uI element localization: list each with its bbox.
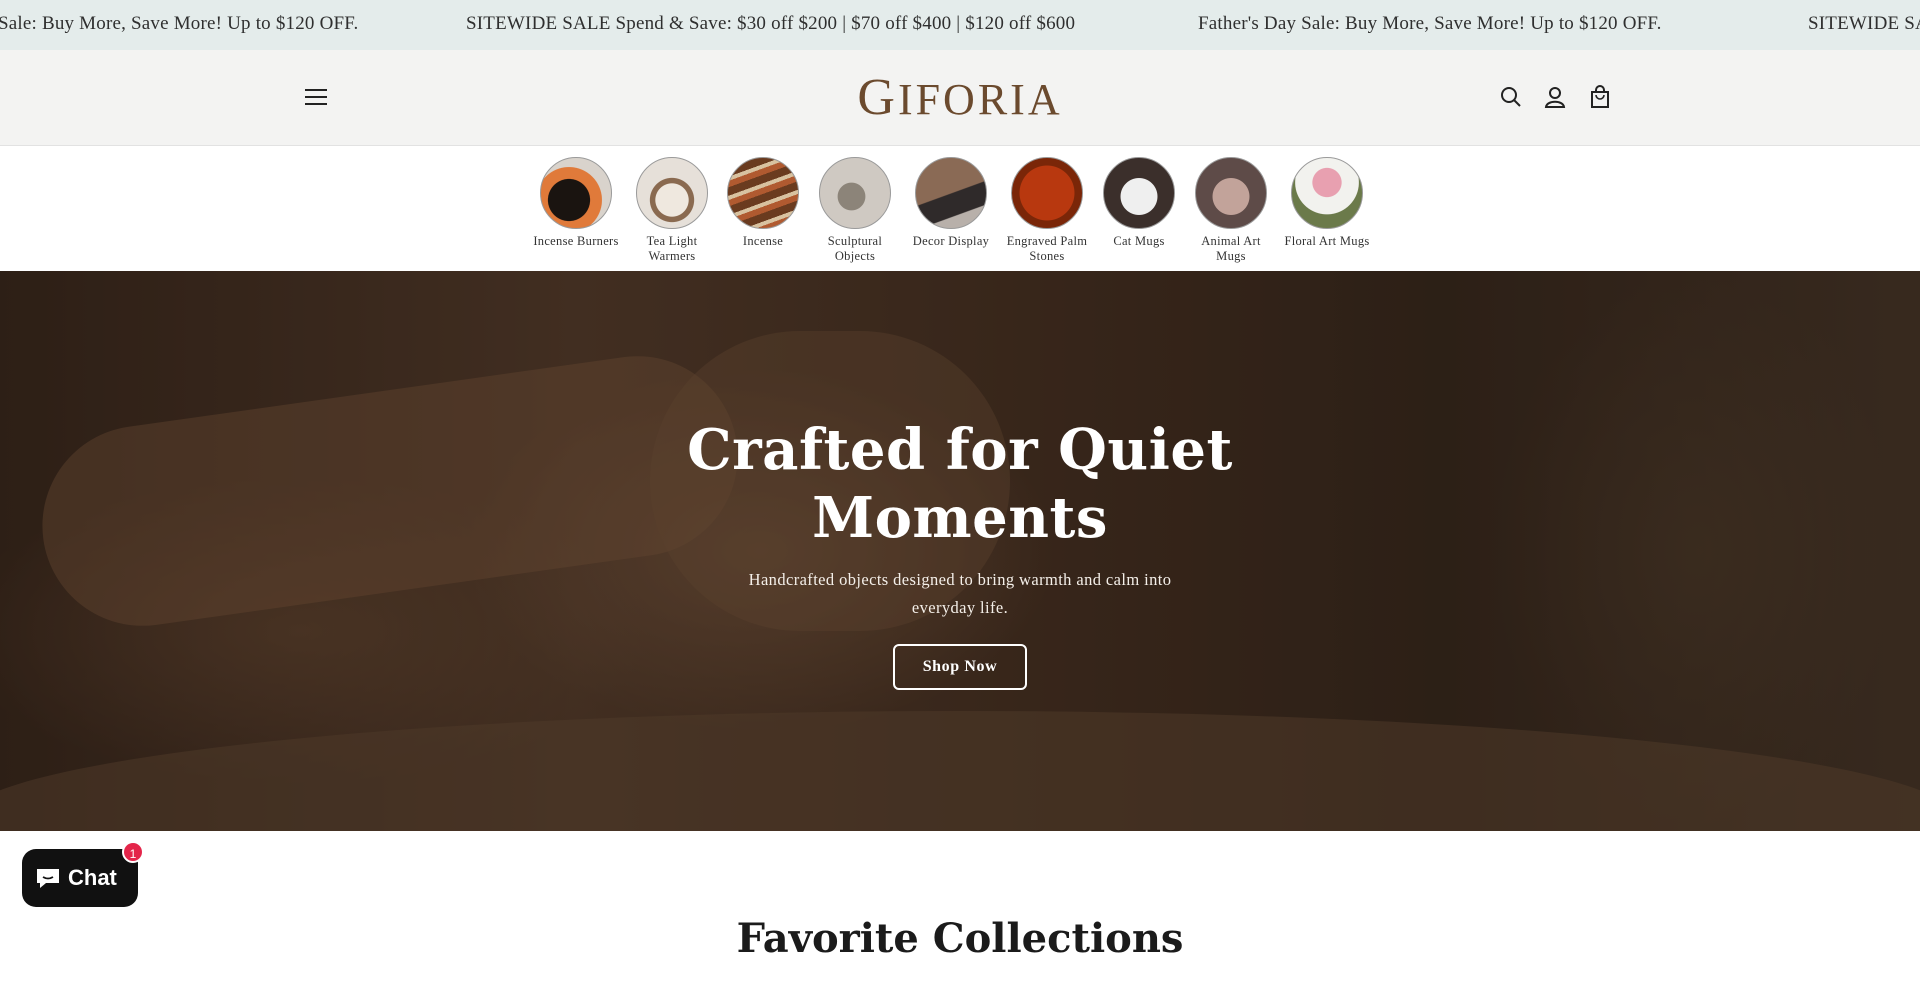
- category-label: Incense: [742, 234, 784, 248]
- announcement-message: SITEWIDE SALE⁣ Spend & Save: $30 off $20…: [466, 13, 1076, 34]
- logo[interactable]: GIFORIA: [0, 68, 1920, 127]
- category-label: Incense Burners: [533, 234, 619, 248]
- category-animal-art-mugs[interactable]: Animal Art Mugs: [1186, 157, 1276, 264]
- hero-subtitle: Handcrafted objects designed to bring wa…: [748, 570, 1172, 617]
- chat-badge: 1: [122, 841, 144, 863]
- hero-title: Crafted for Quiet Moments: [687, 417, 1233, 551]
- category-sculptural-objects[interactable]: Sculptural Objects: [810, 157, 900, 264]
- category-engraved-palm-stones[interactable]: Engraved Palm Stones: [1002, 157, 1092, 264]
- cart-icon[interactable]: [1585, 82, 1615, 112]
- announcement-bar: Sale: Buy More, Save More! Up to $120 OF…: [0, 0, 1920, 50]
- category-tea-light-warmers[interactable]: Tea Light Warmers: [627, 157, 717, 264]
- category-label: Engraved Palm Stones: [1006, 234, 1088, 263]
- category-thumbnail: [540, 157, 612, 229]
- category-strip: Incense Burners Tea Light Warmers Incens…: [0, 147, 1920, 271]
- announcement-message: Sale: Buy More, Save More! Up to $120 OF…: [0, 13, 359, 34]
- category-incense-burners[interactable]: Incense Burners: [531, 157, 621, 249]
- category-label: Sculptural Objects: [827, 234, 883, 263]
- category-thumbnail: [1195, 157, 1267, 229]
- site-header: GIFORIA: [0, 50, 1920, 146]
- shop-now-button[interactable]: Shop Now: [892, 644, 1028, 690]
- category-floral-art-mugs[interactable]: Floral Art Mugs: [1282, 157, 1372, 249]
- account-icon[interactable]: [1540, 82, 1570, 112]
- category-label: Floral Art Mugs: [1284, 234, 1370, 248]
- category-thumbnail: [636, 157, 708, 229]
- category-thumbnail: [1291, 157, 1363, 229]
- category-label: Animal Art Mugs: [1201, 234, 1261, 263]
- search-icon[interactable]: [1496, 82, 1526, 112]
- category-thumbnail: [819, 157, 891, 229]
- category-thumbnail: [1103, 157, 1175, 229]
- category-decor-display[interactable]: Decor Display: [906, 157, 996, 249]
- announcement-message: SITEWIDE SA: [1808, 13, 1920, 34]
- category-thumbnail: [915, 157, 987, 229]
- category-label: Cat Mugs: [1113, 234, 1165, 248]
- hero-content: Crafted for Quiet Moments Handcrafted ob…: [0, 416, 1920, 690]
- chat-button[interactable]: Chat 1: [22, 841, 144, 907]
- chat-bubble-icon: [37, 869, 59, 888]
- category-label: Tea Light Warmers: [646, 234, 698, 263]
- announcement-message: ⁣⁣⁣Father's Day Sale: Buy More, Save Mor…: [1198, 13, 1662, 34]
- chat-label: Chat: [68, 865, 117, 890]
- logo-rest: IFORIA: [897, 75, 1063, 124]
- category-label: Decor Display: [912, 234, 990, 248]
- category-thumbnail: [727, 157, 799, 229]
- hero-banner: Crafted for Quiet Moments Handcrafted ob…: [0, 271, 1920, 831]
- category-cat-mugs[interactable]: Cat Mugs: [1094, 157, 1184, 249]
- category-incense[interactable]: Incense: [718, 157, 808, 249]
- category-thumbnail: [1011, 157, 1083, 229]
- logo-initial: G: [857, 69, 898, 126]
- section-title: Favorite Collections: [736, 915, 1184, 962]
